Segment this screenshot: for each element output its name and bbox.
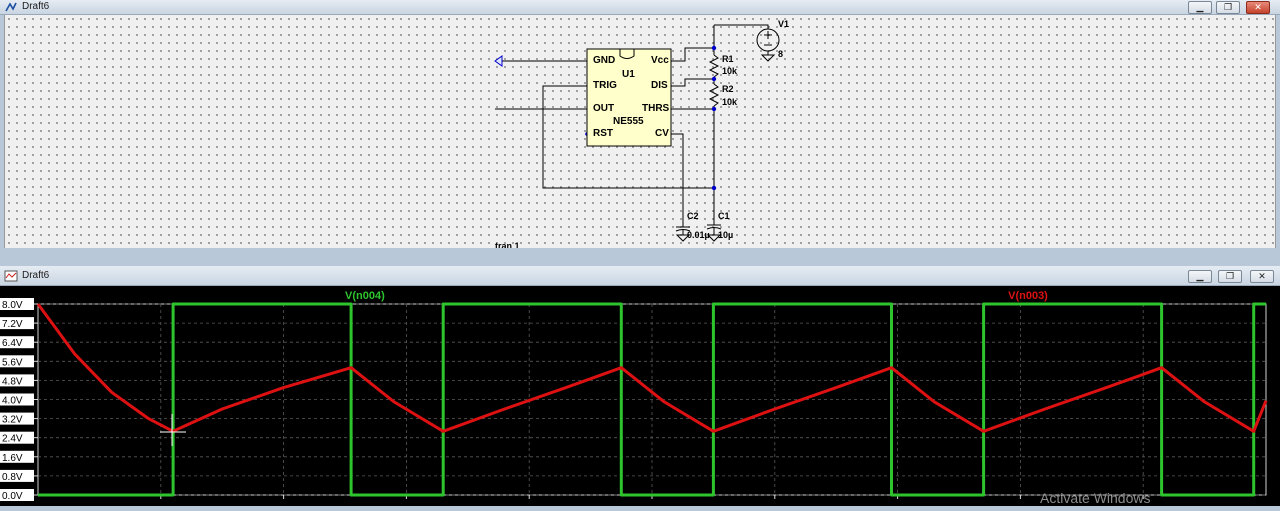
- schematic-window-title: Draft6: [22, 1, 50, 12]
- voltage-source-icon: [756, 28, 780, 52]
- waveform-titlebar[interactable]: Draft6 ▁ ❐ ✕: [0, 266, 1280, 286]
- pin-label-out: OUT: [593, 103, 615, 114]
- maximize-icon: ❐: [1223, 2, 1233, 12]
- maximize-button[interactable]: ❐: [1216, 1, 1240, 14]
- close-icon: ✕: [1254, 2, 1262, 12]
- y-tick-label: 2.4V: [2, 434, 23, 445]
- close-icon: ✕: [1258, 271, 1266, 281]
- trace-label-vn003[interactable]: V(n003): [1008, 290, 1048, 302]
- pin-label-cv: CV: [655, 128, 669, 139]
- y-axis-ticks: 0.0V 0.8V 1.6V 2.4V 3.2V 4.0V 4.8V 5.6V 6.4V 7.2V…: [0, 298, 38, 502]
- r2-value: 10k: [722, 97, 738, 107]
- r1-name: R1: [722, 54, 734, 64]
- y-tick-label: 5.6V: [2, 357, 23, 368]
- c2-name: C2: [687, 211, 699, 221]
- y-tick-label: 3.2V: [2, 415, 23, 426]
- y-tick-label: 6.4V: [2, 338, 23, 349]
- spice-directive[interactable]: tran 1: [495, 241, 520, 248]
- schematic-titlebar[interactable]: Draft6 ▁ ❐ ✕: [0, 0, 1280, 15]
- restore-icon: ❐: [1225, 271, 1235, 281]
- minimize-icon: ▁: [1196, 271, 1204, 281]
- v1-value: 8: [778, 49, 784, 59]
- schematic-drawing: [494, 24, 780, 242]
- waveform-app-icon: [4, 270, 18, 282]
- schematic-window: Draft6 ▁ ❐ ✕ GND TRIG OUT RST Vcc DIS TH…: [0, 0, 1280, 250]
- y-tick-label: 4.8V: [2, 376, 23, 387]
- plot-pane[interactable]: 0.0V 0.8V 1.6V 2.4V 3.2V 4.0V 4.8V 5.6V 6.4V 7.2V…: [0, 286, 1280, 506]
- pin-label-rst: RST: [593, 128, 613, 139]
- ground-flag-icon: [494, 55, 503, 67]
- c2-value: 0.01µ: [687, 230, 710, 240]
- pin-label-dis: DIS: [651, 80, 668, 91]
- waveform-close-button[interactable]: ✕: [1250, 270, 1274, 283]
- ic-part-name: NE555: [613, 116, 644, 127]
- waveform-minimize-button[interactable]: ▁: [1188, 270, 1212, 283]
- schematic-app-icon: [5, 2, 17, 12]
- activation-watermark: Activate Windows: [1040, 490, 1151, 506]
- minimize-button[interactable]: ▁: [1188, 1, 1212, 14]
- minimize-icon: ▁: [1196, 2, 1204, 12]
- schematic-canvas[interactable]: GND TRIG OUT RST Vcc DIS THRS CV U1 NE55…: [4, 15, 1276, 248]
- pin-label-thrs: THRS: [642, 103, 670, 114]
- waveform-plot[interactable]: 0.0V 0.8V 1.6V 2.4V 3.2V 4.0V 4.8V 5.6V 6.4V 7.2V…: [0, 286, 1280, 506]
- pin-label-vcc: Vcc: [651, 55, 669, 66]
- v1-name: V1: [778, 19, 790, 29]
- trace-label-vn004[interactable]: V(n004): [345, 290, 385, 302]
- y-tick-label: 4.0V: [2, 396, 23, 407]
- close-button[interactable]: ✕: [1246, 1, 1270, 14]
- r1-value: 10k: [722, 66, 738, 76]
- ic-reference: U1: [622, 69, 635, 80]
- c1-value: 10µ: [718, 230, 734, 240]
- y-tick-label: 8.0V: [2, 300, 23, 311]
- waveform-window: Draft6 ▁ ❐ ✕ 0.0V 0.8V 1.6V 2.4V 3.2V 4.0V 4.8…: [0, 266, 1280, 506]
- y-tick-label: 0.0V: [2, 491, 23, 502]
- y-tick-label: 7.2V: [2, 319, 23, 330]
- r2-name: R2: [722, 84, 734, 94]
- y-tick-label: 0.8V: [2, 472, 23, 483]
- c1-name: C1: [718, 211, 730, 221]
- pin-label-gnd: GND: [593, 55, 616, 66]
- waveform-maximize-button[interactable]: ❐: [1218, 270, 1242, 283]
- pin-label-trig: TRIG: [593, 80, 617, 91]
- y-tick-label: 1.6V: [2, 453, 23, 464]
- waveform-window-title: Draft6: [22, 270, 50, 281]
